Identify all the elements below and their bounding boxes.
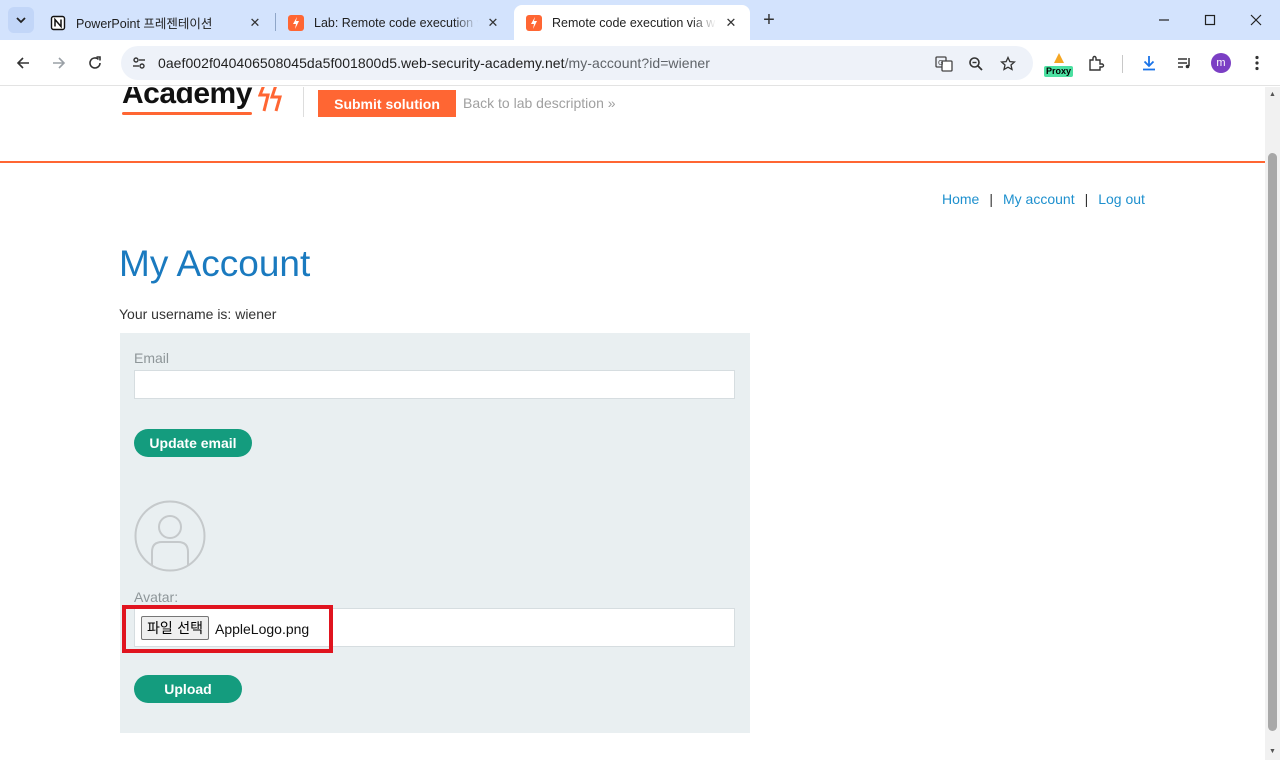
svg-text:G: G [938, 59, 943, 67]
reload-icon[interactable] [82, 50, 108, 76]
forward-arrow-icon[interactable] [46, 50, 72, 76]
back-arrow-icon[interactable] [10, 50, 36, 76]
tab-title: Remote code execution via web shell uplo… [552, 15, 716, 30]
toolbar-divider [1122, 55, 1123, 73]
nav-separator: | [1084, 191, 1089, 207]
header-accent-line [0, 161, 1265, 163]
scrollbar-thumb[interactable] [1268, 153, 1277, 731]
new-tab-icon[interactable]: + [758, 9, 780, 31]
scroll-up-icon[interactable]: ▲ [1268, 90, 1277, 99]
download-icon[interactable] [1138, 52, 1160, 74]
page-scrollbar[interactable]: ▲ ▼ [1265, 87, 1280, 760]
page-viewport: Academy Submit solution Back to lab desc… [0, 87, 1265, 760]
email-label: Email [134, 350, 170, 366]
nav-separator: | [989, 191, 993, 207]
chevron-right-icon: » [607, 95, 616, 111]
page-title: My Account [119, 243, 311, 284]
tab-title: PowerPoint 프레젠테이션 [76, 17, 213, 31]
email-field[interactable] [134, 370, 735, 399]
tab-title: Lab: Remote code execution via web shell… [314, 15, 478, 30]
profile-avatar[interactable]: m [1211, 53, 1231, 73]
minimize-icon[interactable] [1152, 8, 1176, 32]
academy-logo[interactable]: Academy [122, 87, 252, 111]
nav-my-account-link[interactable]: My account [1003, 191, 1075, 207]
url-path: /my-account?id=wiener [564, 55, 710, 71]
more-menu-icon[interactable] [1246, 52, 1268, 74]
top-navigation: Home | My account | Log out [942, 191, 1145, 207]
nav-log-out-link[interactable]: Log out [1098, 191, 1145, 207]
username-text: Your username is: wiener [119, 306, 277, 322]
update-email-button[interactable]: Update email [134, 429, 252, 457]
tab-lab-description[interactable]: Lab: Remote code execution via web shell… [276, 5, 512, 40]
proxy-extension-icon[interactable]: Proxy [1044, 51, 1074, 77]
tab-powerpoint[interactable]: PowerPoint 프레젠테이션 ✕ [38, 5, 274, 40]
close-window-icon[interactable] [1244, 8, 1268, 32]
close-tab-icon[interactable]: ✕ [484, 14, 502, 32]
back-to-lab-label: Back to lab description [463, 95, 604, 111]
back-to-lab-link[interactable]: Back to lab description » [463, 95, 616, 111]
close-tab-icon[interactable]: ✕ [246, 14, 264, 32]
account-form-panel: Email Update email Avatar: 파일 선택 AppleLo… [120, 333, 750, 733]
translate-icon[interactable]: G [934, 54, 954, 74]
tab-active-lab[interactable]: Remote code execution via web shell uplo… [514, 5, 750, 40]
annotation-highlight-box [122, 605, 333, 653]
scroll-down-icon[interactable]: ▼ [1268, 747, 1277, 756]
submit-solution-button[interactable]: Submit solution [318, 90, 456, 117]
proxy-label: Proxy [1044, 66, 1074, 77]
logo-underline [122, 112, 252, 115]
chevron-down-icon [16, 17, 26, 24]
tab-search-button[interactable] [8, 7, 34, 33]
portswigger-icon [526, 14, 542, 31]
avatar-placeholder-icon [134, 500, 206, 572]
url-host: 0aef002f040406508045da5f001800d5.web-sec… [158, 55, 565, 71]
url-text: 0aef002f040406508045da5f001800d5.web-sec… [158, 55, 710, 71]
bookmark-star-icon[interactable] [998, 54, 1018, 74]
site-settings-icon[interactable] [130, 54, 148, 72]
upload-button[interactable]: Upload [134, 675, 242, 703]
notion-icon [50, 15, 66, 31]
zoom-icon[interactable] [966, 54, 986, 74]
close-tab-icon[interactable]: ✕ [722, 14, 740, 32]
maximize-icon[interactable] [1198, 8, 1222, 32]
avatar-label: Avatar: [134, 589, 179, 605]
extensions-puzzle-icon[interactable] [1085, 52, 1107, 74]
address-bar[interactable]: 0aef002f040406508045da5f001800d5.web-sec… [121, 46, 1033, 80]
portswigger-icon [288, 14, 304, 31]
tab-strip: PowerPoint 프레젠테이션 ✕ Lab: Remote code exe… [0, 0, 1280, 40]
header-divider [303, 87, 304, 117]
media-queue-icon[interactable] [1174, 52, 1196, 74]
lightning-logo-icon [258, 87, 282, 112]
browser-toolbar: 0aef002f040406508045da5f001800d5.web-sec… [0, 40, 1280, 86]
nav-home-link[interactable]: Home [942, 191, 979, 207]
